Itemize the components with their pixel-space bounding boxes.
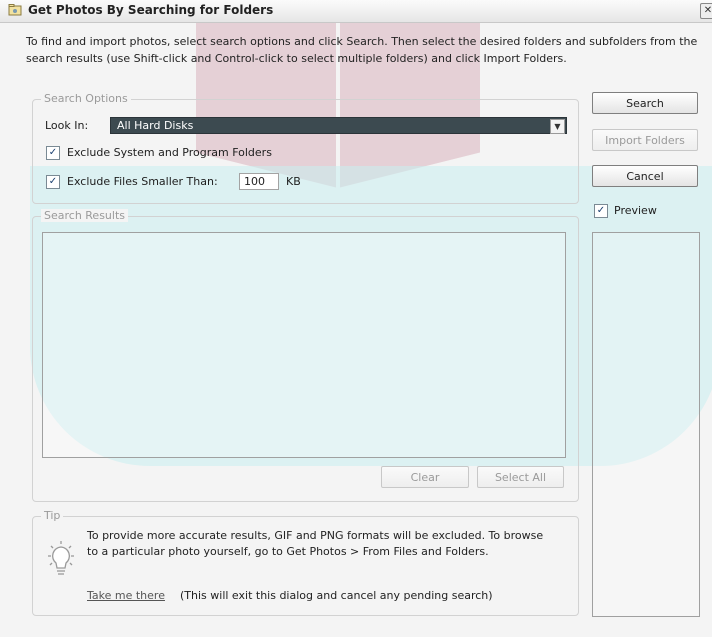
look-in-value: All Hard Disks bbox=[117, 119, 194, 132]
cancel-button[interactable]: Cancel bbox=[592, 165, 698, 187]
photo-folder-icon bbox=[8, 4, 22, 16]
check-icon: ✓ bbox=[596, 205, 606, 216]
preview-label: Preview bbox=[614, 204, 657, 217]
check-icon: ✓ bbox=[48, 147, 58, 158]
tip-note: (This will exit this dialog and cancel a… bbox=[180, 589, 493, 602]
min-size-unit: KB bbox=[286, 175, 301, 188]
instructions-text: To find and import photos, select search… bbox=[26, 35, 698, 65]
tip-legend: Tip bbox=[41, 509, 64, 522]
select-all-button[interactable]: Select All bbox=[477, 466, 564, 488]
exclude-small-label: Exclude Files Smaller Than: bbox=[67, 175, 218, 188]
close-button[interactable]: ✕ bbox=[700, 3, 712, 19]
clear-button[interactable]: Clear bbox=[381, 466, 469, 488]
chevron-down-icon[interactable]: ▼ bbox=[550, 119, 565, 134]
search-options-legend: Search Options bbox=[41, 92, 131, 105]
search-results-list[interactable] bbox=[42, 232, 566, 458]
search-results-legend: Search Results bbox=[41, 209, 129, 222]
exclude-small-checkbox[interactable]: ✓ bbox=[46, 175, 60, 189]
check-icon: ✓ bbox=[48, 176, 58, 187]
exclude-system-checkbox[interactable]: ✓ bbox=[46, 146, 60, 160]
dialog-title: Get Photos By Searching for Folders bbox=[28, 3, 274, 17]
take-me-there-link[interactable]: Take me there bbox=[87, 589, 165, 602]
exclude-system-label: Exclude System and Program Folders bbox=[67, 146, 272, 159]
import-folders-button[interactable]: Import Folders bbox=[592, 129, 698, 151]
preview-pane bbox=[592, 232, 700, 617]
lightbulb-icon bbox=[48, 541, 74, 575]
look-in-dropdown[interactable]: All Hard Disks ▼ bbox=[110, 117, 567, 134]
title-bar: Get Photos By Searching for Folders ✕ bbox=[0, 0, 712, 23]
search-button[interactable]: Search bbox=[592, 92, 698, 114]
preview-checkbox[interactable]: ✓ bbox=[594, 204, 608, 218]
min-size-input[interactable] bbox=[239, 173, 279, 190]
tip-text: To provide more accurate results, GIF an… bbox=[87, 529, 544, 558]
look-in-label: Look In: bbox=[45, 119, 89, 132]
